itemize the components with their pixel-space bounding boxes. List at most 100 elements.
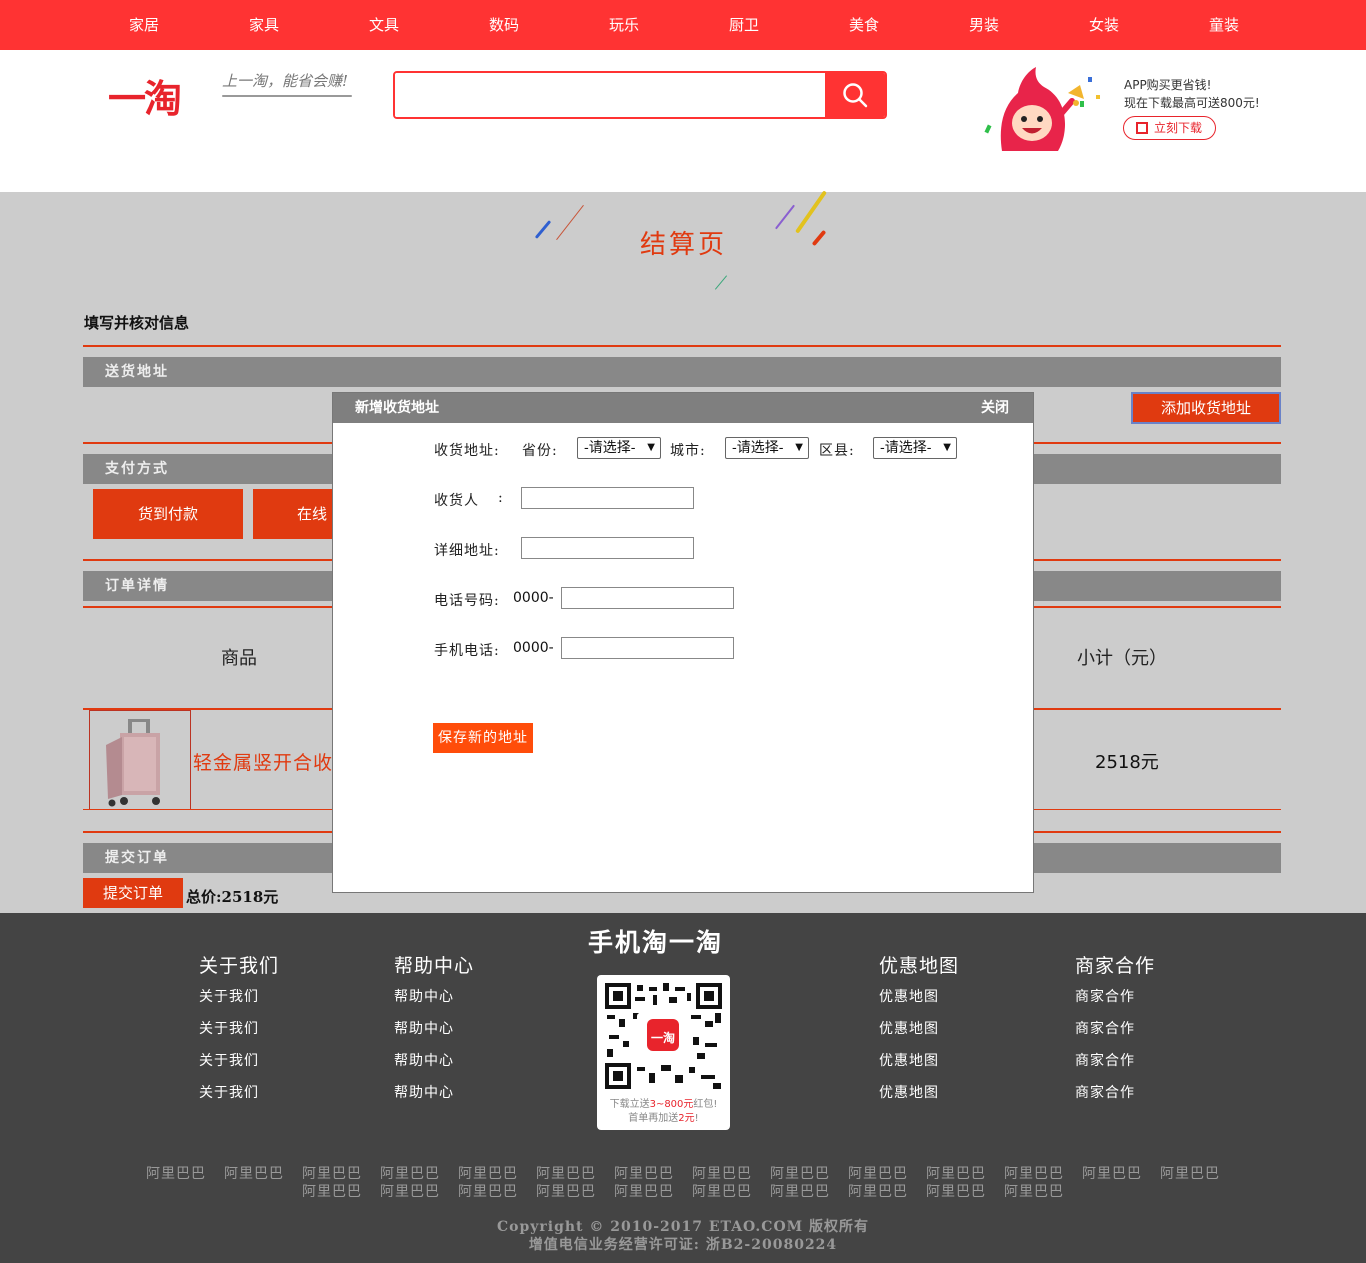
partner-link[interactable]: 阿里巴巴 <box>458 1181 518 1201</box>
qr-promo-text: 首单再加送 <box>628 1113 679 1124</box>
nav-item-kitchen[interactable]: 厨卫 <box>704 0 784 50</box>
product-image[interactable] <box>89 710 191 810</box>
table-cell-border <box>190 710 191 810</box>
item-subtotal: 2518元 <box>1095 752 1159 773</box>
detail-address-input[interactable] <box>521 537 694 559</box>
partner-link[interactable]: 阿里巴巴 <box>536 1181 596 1201</box>
footer-biz-title: 商家合作 <box>1075 955 1156 977</box>
city-select[interactable]: -请选择- ▼ <box>725 437 809 459</box>
mobile-input[interactable] <box>561 637 734 659</box>
partner-link[interactable]: 阿里巴巴 <box>770 1181 830 1201</box>
qr-logo: 一淘 <box>651 1030 675 1045</box>
chevron-down-icon: ▼ <box>795 442 803 453</box>
footer-biz-link[interactable]: 商家合作 <box>1075 1050 1135 1070</box>
partner-link[interactable]: 阿里巴巴 <box>848 1181 908 1201</box>
nav-item-men[interactable]: 男装 <box>944 0 1024 50</box>
slogan-underline <box>222 95 352 97</box>
modal-close-button[interactable]: 关闭 <box>981 393 1009 423</box>
footer-biz-link[interactable]: 商家合作 <box>1075 986 1135 1006</box>
partner-link[interactable]: 阿里巴巴 <box>1004 1181 1064 1201</box>
partner-link[interactable]: 阿里巴巴 <box>692 1181 752 1201</box>
phone-label: 电话号码: <box>434 593 500 609</box>
partner-link[interactable]: 阿里巴巴 <box>458 1163 518 1183</box>
add-address-modal: 新增收货地址 关闭 收货地址: 省份: -请选择- ▼ 城市: -请选择- ▼ … <box>332 392 1034 893</box>
phone-input[interactable] <box>561 587 734 609</box>
page-title: 结算页 <box>640 230 728 260</box>
partner-link[interactable]: 阿里巴巴 <box>302 1163 362 1183</box>
footer-about-link[interactable]: 关于我们 <box>199 1018 259 1038</box>
partner-link[interactable]: 阿里巴巴 <box>1004 1163 1064 1183</box>
save-address-button[interactable]: 保存新的地址 <box>433 723 533 753</box>
order-total: 总价:2518元 <box>186 888 279 906</box>
partner-links-row1: 阿里巴巴 阿里巴巴 阿里巴巴 阿里巴巴 阿里巴巴 阿里巴巴 阿里巴巴 阿里巴巴 阿里巴巴 阿里巴巴… <box>0 1163 1366 1183</box>
city-label: 城市: <box>670 443 706 459</box>
footer-about-link[interactable]: 关于我们 <box>199 1082 259 1102</box>
partner-link[interactable]: 阿里巴巴 <box>1160 1163 1220 1183</box>
nav-item-food[interactable]: 美食 <box>824 0 904 50</box>
partner-link[interactable]: 阿里巴巴 <box>536 1163 596 1183</box>
nav-item-fun[interactable]: 玩乐 <box>584 0 664 50</box>
partner-link[interactable]: 阿里巴巴 <box>614 1163 674 1183</box>
receiver-input[interactable] <box>521 487 694 509</box>
deco-stripe <box>556 204 584 241</box>
deco-stripe <box>811 229 827 247</box>
nav-item-kids[interactable]: 童装 <box>1184 0 1264 50</box>
search-button[interactable] <box>825 73 885 117</box>
mascot-icon <box>984 67 1100 151</box>
partner-link[interactable]: 阿里巴巴 <box>926 1181 986 1201</box>
nav-item-home[interactable]: 家居 <box>104 0 184 50</box>
deco-stripe <box>795 190 827 234</box>
footer-map-link[interactable]: 优惠地图 <box>879 1018 939 1038</box>
partner-link[interactable]: 阿里巴巴 <box>692 1163 752 1183</box>
header: 一淘 上一淘，能省会赚! APP购买更省钱! 现在下载最高可送800元! 立刻下… <box>0 50 1366 192</box>
partner-link[interactable]: 阿里巴巴 <box>848 1163 908 1183</box>
download-app-button[interactable]: 立刻下载 <box>1123 116 1216 140</box>
nav-item-digital[interactable]: 数码 <box>464 0 544 50</box>
top-nav: 家居 家具 文具 数码 玩乐 厨卫 美食 男装 女装 童装 <box>0 0 1366 50</box>
qr-promo-amount: 2元 <box>678 1113 695 1124</box>
pay-cod-button[interactable]: 货到付款 <box>93 489 243 539</box>
qr-logo-text: 一淘 <box>651 1030 675 1045</box>
partner-link[interactable]: 阿里巴巴 <box>380 1163 440 1183</box>
app-promo-title: APP购买更省钱! <box>1124 78 1212 92</box>
partner-link[interactable]: 阿里巴巴 <box>302 1181 362 1201</box>
footer-map-link[interactable]: 优惠地图 <box>879 1050 939 1070</box>
footer-about-link[interactable]: 关于我们 <box>199 1050 259 1070</box>
product-name-link[interactable]: 轻金属竖开合收 <box>193 748 333 775</box>
partner-link[interactable]: 阿里巴巴 <box>224 1163 284 1183</box>
modal-header: 新增收货地址 关闭 <box>333 393 1033 423</box>
partner-link[interactable]: 阿里巴巴 <box>770 1163 830 1183</box>
footer-about-link[interactable]: 关于我们 <box>199 986 259 1006</box>
footer-biz-link[interactable]: 商家合作 <box>1075 1018 1135 1038</box>
province-select[interactable]: -请选择- ▼ <box>577 437 661 459</box>
partner-link[interactable]: 阿里巴巴 <box>926 1163 986 1183</box>
footer-map-link[interactable]: 优惠地图 <box>879 986 939 1006</box>
footer-help-link[interactable]: 帮助中心 <box>394 1082 454 1102</box>
deco-stripe <box>774 204 796 230</box>
add-address-button[interactable]: 添加收货地址 <box>1131 392 1281 424</box>
submit-order-button[interactable]: 提交订单 <box>83 878 183 908</box>
footer-help-title: 帮助中心 <box>394 955 475 977</box>
chevron-down-icon: ▼ <box>943 442 951 453</box>
footer-help-link[interactable]: 帮助中心 <box>394 986 454 1006</box>
footer-help-link[interactable]: 帮助中心 <box>394 1050 454 1070</box>
address-label: 收货地址: <box>434 443 500 459</box>
county-select[interactable]: -请选择- ▼ <box>873 437 957 459</box>
nav-item-furniture[interactable]: 家具 <box>224 0 304 50</box>
partner-link[interactable]: 阿里巴巴 <box>1082 1163 1142 1183</box>
footer-biz-link[interactable]: 商家合作 <box>1075 1082 1135 1102</box>
detail-address-label: 详细地址: <box>434 543 500 559</box>
city-select-value: -请选择- <box>732 440 784 456</box>
partner-link[interactable]: 阿里巴巴 <box>146 1163 206 1183</box>
qr-code-icon <box>1136 122 1148 134</box>
nav-item-women[interactable]: 女装 <box>1064 0 1144 50</box>
site-logo[interactable]: 一淘 <box>108 68 182 123</box>
partner-link[interactable]: 阿里巴巴 <box>380 1181 440 1201</box>
qr-card: 一淘 下载立送3~800元红包! 首单再加送2元! <box>597 975 730 1130</box>
search-input[interactable] <box>395 73 827 117</box>
section-bar-address: 送货地址 <box>83 357 1281 387</box>
footer-help-link[interactable]: 帮助中心 <box>394 1018 454 1038</box>
footer-map-link[interactable]: 优惠地图 <box>879 1082 939 1102</box>
partner-link[interactable]: 阿里巴巴 <box>614 1181 674 1201</box>
nav-item-stationery[interactable]: 文具 <box>344 0 424 50</box>
